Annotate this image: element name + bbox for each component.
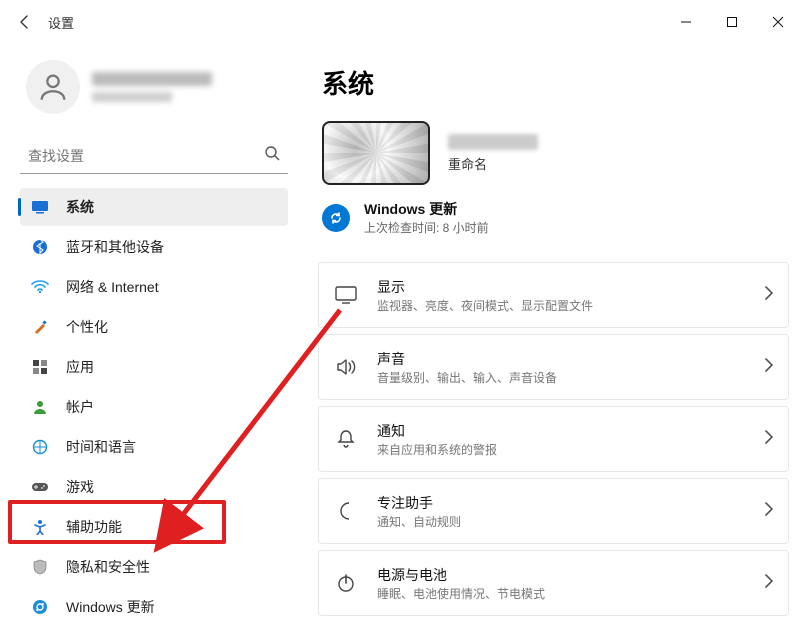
sound-icon: [333, 358, 359, 376]
card-sound[interactable]: 声音音量级别、输出、输入、声音设备: [318, 334, 789, 400]
nav-label: 应用: [66, 357, 94, 377]
gaming-icon: [30, 477, 50, 497]
chevron-right-icon: [764, 574, 774, 593]
nav-list: 系统 蓝牙和其他设备 网络 & Internet 个性化 应用 帐户: [20, 188, 288, 626]
display-icon: [333, 286, 359, 304]
profile-name-redacted: [92, 72, 212, 102]
globe-clock-icon: [30, 437, 50, 457]
account-icon: [30, 397, 50, 417]
nav-label: 帐户: [66, 397, 94, 417]
profile-block[interactable]: [26, 60, 288, 114]
search-box[interactable]: [20, 138, 288, 174]
system-icon: [30, 197, 50, 217]
sidebar: 系统 蓝牙和其他设备 网络 & Internet 个性化 应用 帐户: [0, 44, 300, 639]
nav-item-bluetooth[interactable]: 蓝牙和其他设备: [20, 228, 288, 266]
nav-item-apps[interactable]: 应用: [20, 348, 288, 386]
chevron-right-icon: [764, 286, 774, 305]
minimize-button[interactable]: [663, 5, 709, 39]
page-title: 系统: [322, 64, 789, 101]
window-controls: [663, 5, 801, 39]
wifi-icon: [30, 277, 50, 297]
maximize-button[interactable]: [709, 5, 755, 39]
update-icon: [30, 597, 50, 617]
nav-item-personalization[interactable]: 个性化: [20, 308, 288, 346]
chevron-right-icon: [764, 358, 774, 377]
nav-item-privacy[interactable]: 隐私和安全性: [20, 548, 288, 586]
search-input[interactable]: [28, 148, 264, 164]
nav-label: 时间和语言: [66, 437, 136, 457]
nav-label: 个性化: [66, 317, 108, 337]
device-row: 重命名: [322, 121, 789, 185]
nav-label: 隐私和安全性: [66, 557, 150, 577]
nav-label: Windows 更新: [66, 597, 155, 617]
moon-icon: [333, 501, 359, 521]
card-focus-assist[interactable]: 专注助手通知、自动规则: [318, 478, 789, 544]
card-sub: 监视器、亮度、夜间模式、显示配置文件: [377, 297, 764, 314]
accessibility-icon: [30, 517, 50, 537]
nav-item-time-language[interactable]: 时间和语言: [20, 428, 288, 466]
nav-item-accessibility[interactable]: 辅助功能: [20, 508, 288, 546]
nav-item-system[interactable]: 系统: [20, 188, 288, 226]
nav-label: 蓝牙和其他设备: [66, 237, 164, 257]
windows-update-row[interactable]: Windows 更新 上次检查时间: 8 小时前: [322, 199, 789, 236]
power-icon: [333, 573, 359, 593]
bluetooth-icon: [30, 237, 50, 257]
card-power-battery[interactable]: 电源与电池睡眠、电池使用情况、节电模式: [318, 550, 789, 616]
device-thumbnail[interactable]: [322, 121, 430, 185]
nav-item-network[interactable]: 网络 & Internet: [20, 268, 288, 306]
rename-link[interactable]: 重命名: [448, 154, 538, 173]
nav-label: 游戏: [66, 477, 94, 497]
nav-label: 网络 & Internet: [66, 277, 159, 297]
nav-item-gaming[interactable]: 游戏: [20, 468, 288, 506]
search-icon: [264, 145, 280, 166]
card-title: 通知: [377, 421, 764, 441]
card-title: 声音: [377, 349, 764, 369]
back-button[interactable]: [8, 5, 42, 39]
apps-icon: [30, 357, 50, 377]
sync-icon: [322, 204, 350, 232]
avatar: [26, 60, 80, 114]
chevron-right-icon: [764, 430, 774, 449]
nav-item-windows-update[interactable]: Windows 更新: [20, 588, 288, 626]
shield-icon: [30, 557, 50, 577]
card-sub: 通知、自动规则: [377, 513, 764, 530]
titlebar: 设置: [0, 0, 809, 44]
main-pane: 系统 重命名 Windows 更新 上次检查时间: 8 小时前 显示监视器、亮度…: [300, 44, 809, 639]
window-title: 设置: [48, 13, 74, 32]
brush-icon: [30, 317, 50, 337]
card-sub: 音量级别、输出、输入、声音设备: [377, 369, 764, 386]
card-sub: 睡眠、电池使用情况、节电模式: [377, 585, 764, 602]
settings-cards: 显示监视器、亮度、夜间模式、显示配置文件 声音音量级别、输出、输入、声音设备 通…: [318, 262, 789, 616]
card-notifications[interactable]: 通知来自应用和系统的警报: [318, 406, 789, 472]
update-subtitle: 上次检查时间: 8 小时前: [364, 219, 489, 236]
chevron-right-icon: [764, 502, 774, 521]
card-display[interactable]: 显示监视器、亮度、夜间模式、显示配置文件: [318, 262, 789, 328]
update-title: Windows 更新: [364, 199, 489, 219]
bell-icon: [333, 429, 359, 449]
nav-item-accounts[interactable]: 帐户: [20, 388, 288, 426]
card-title: 电源与电池: [377, 565, 764, 585]
card-title: 显示: [377, 277, 764, 297]
close-button[interactable]: [755, 5, 801, 39]
nav-label: 系统: [66, 197, 94, 217]
nav-label: 辅助功能: [66, 517, 122, 537]
card-title: 专注助手: [377, 493, 764, 513]
device-name-redacted: [448, 134, 538, 150]
card-sub: 来自应用和系统的警报: [377, 441, 764, 458]
